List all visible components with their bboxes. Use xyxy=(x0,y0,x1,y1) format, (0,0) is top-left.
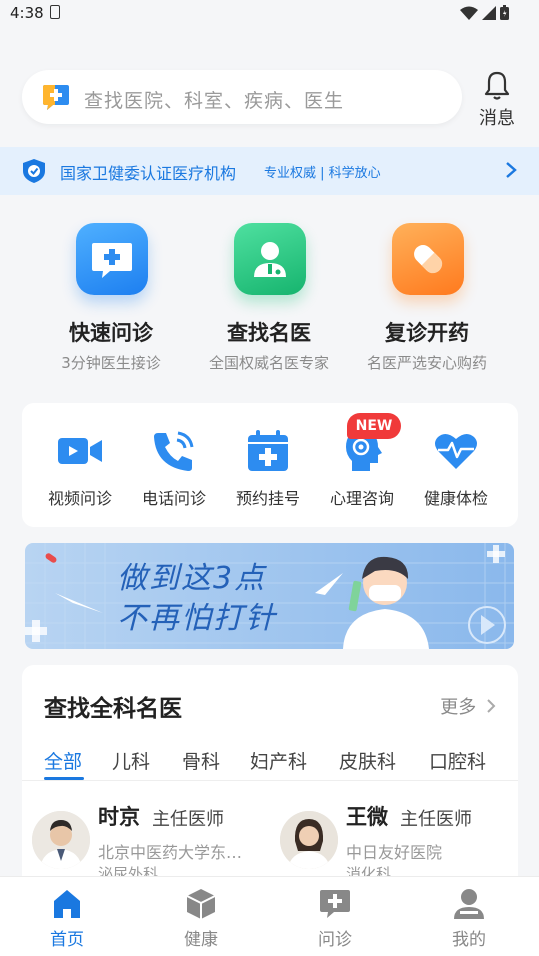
service-desc: 名医严选安心购药 xyxy=(366,354,487,372)
home-icon xyxy=(54,890,80,918)
chevron-right-icon xyxy=(487,699,496,713)
shield-check-icon xyxy=(23,159,45,183)
status-time: 4:38 xyxy=(10,4,44,22)
doctor-card[interactable]: 王微 主任医师 中日友好医院 消化科 xyxy=(270,795,510,880)
chat-plus-icon xyxy=(76,223,148,295)
phone-icon xyxy=(154,431,194,471)
status-bar: 4:38 xyxy=(0,0,539,28)
new-badge: NEW xyxy=(347,413,401,439)
quick-appointment[interactable]: 预约挂号 xyxy=(220,403,316,527)
quick-actions-card: 视频问诊 电话问诊 预约挂号 心理咨询 健康体检 xyxy=(22,403,518,527)
tab-home[interactable]: 首页 xyxy=(0,877,134,956)
banner-line-2: 不再怕打针 xyxy=(117,601,277,636)
status-icons xyxy=(460,5,509,20)
tab-label: 健康 xyxy=(184,930,218,950)
avatar xyxy=(280,811,338,869)
promo-banner[interactable]: 做到这3点 不再怕打针 xyxy=(25,543,514,649)
calendar-plus-icon xyxy=(248,430,288,471)
heart-pulse-icon xyxy=(435,433,477,469)
certification-banner[interactable]: 国家卫健委认证医疗机构 专业权威 | 科学放心 xyxy=(0,147,539,195)
quick-health-check[interactable]: 健康体检 xyxy=(408,403,504,527)
app-logo-icon xyxy=(43,85,69,110)
user-icon xyxy=(454,889,484,919)
sim-icon xyxy=(50,5,60,19)
cert-main-text: 国家卫健委认证医疗机构 xyxy=(60,164,237,183)
quick-label: 健康体检 xyxy=(423,489,488,508)
doctor-name: 时京 xyxy=(98,805,140,829)
service-desc: 3分钟医生接诊 xyxy=(61,354,161,372)
chat-plus-icon xyxy=(320,890,350,918)
header: 查找医院、科室、疾病、医生 消息 xyxy=(0,28,539,146)
tab-label: 我的 xyxy=(452,930,486,950)
tab-label: 问诊 xyxy=(318,930,352,950)
more-link[interactable]: 更多 xyxy=(440,693,496,719)
cert-sub-text: 专业权威 | 科学放心 xyxy=(264,166,381,181)
department-tabs: 全部 儿科 骨科 妇产科 皮肤科 口腔科 xyxy=(22,743,518,781)
main-services: 快速问诊 3分钟医生接诊 查找名医 全国权威名医专家 复诊开药 名医严选安心购药 xyxy=(0,205,539,385)
more-label: 更多 xyxy=(440,697,477,718)
quick-label: 电话问诊 xyxy=(141,489,206,508)
service-title: 复诊开药 xyxy=(385,321,469,345)
cube-icon xyxy=(186,889,216,919)
tab-label: 首页 xyxy=(50,930,84,950)
tab-all[interactable]: 全部 xyxy=(44,747,82,774)
doctor-card[interactable]: 时京 主任医师 北京中医药大学东直门医院 泌尿外科 xyxy=(22,795,262,880)
tab-orthopedics[interactable]: 骨科 xyxy=(182,747,220,774)
pill-icon xyxy=(392,223,464,295)
doctor-rank: 主任医师 xyxy=(152,809,224,830)
bottom-tab-bar: 首页 健康 问诊 我的 xyxy=(0,876,539,956)
active-tab-indicator xyxy=(44,777,84,780)
quick-phone-consult[interactable]: 电话问诊 xyxy=(126,403,222,527)
signal-icon xyxy=(482,5,496,20)
doctor-rank: 主任医师 xyxy=(400,809,472,830)
doctor-name: 王微 xyxy=(346,805,388,829)
video-camera-icon xyxy=(58,438,102,464)
chevron-right-icon xyxy=(506,162,517,178)
service-desc: 全国权威名医专家 xyxy=(208,354,329,372)
tab-consult[interactable]: 问诊 xyxy=(268,877,402,956)
tab-health[interactable]: 健康 xyxy=(134,877,268,956)
tab-profile[interactable]: 我的 xyxy=(402,877,536,956)
tab-obstetrics[interactable]: 妇产科 xyxy=(250,747,307,774)
message-button[interactable]: 消息 xyxy=(472,68,522,130)
doctor-hospital: 北京中医药大学东直门医院 xyxy=(98,843,253,862)
message-label: 消息 xyxy=(479,108,515,129)
bell-icon xyxy=(484,71,510,100)
service-title: 快速问诊 xyxy=(69,321,153,345)
section-title: 查找全科名医 xyxy=(44,696,182,722)
quick-label: 视频问诊 xyxy=(47,489,112,508)
battery-icon xyxy=(500,5,509,20)
quick-label: 心理咨询 xyxy=(329,489,394,508)
search-placeholder: 查找医院、科室、疾病、医生 xyxy=(84,90,345,112)
tab-dentistry[interactable]: 口腔科 xyxy=(429,747,486,774)
avatar xyxy=(32,811,90,869)
service-title: 查找名医 xyxy=(227,321,311,345)
doctor-icon xyxy=(234,223,306,295)
quick-video-consult[interactable]: 视频问诊 xyxy=(32,403,128,527)
quick-label: 预约挂号 xyxy=(235,489,300,508)
wifi-icon xyxy=(460,6,478,20)
banner-line-1: 做到这3点 xyxy=(117,561,267,596)
tab-pediatrics[interactable]: 儿科 xyxy=(112,747,150,774)
doctor-hospital: 中日友好医院 xyxy=(346,843,443,862)
search-input[interactable]: 查找医院、科室、疾病、医生 xyxy=(22,70,462,124)
tab-dermatology[interactable]: 皮肤科 xyxy=(339,747,396,774)
doctors-section: 查找全科名医 更多 全部 儿科 骨科 妇产科 皮肤科 口腔科 时京 主任医师 北… xyxy=(22,665,518,880)
